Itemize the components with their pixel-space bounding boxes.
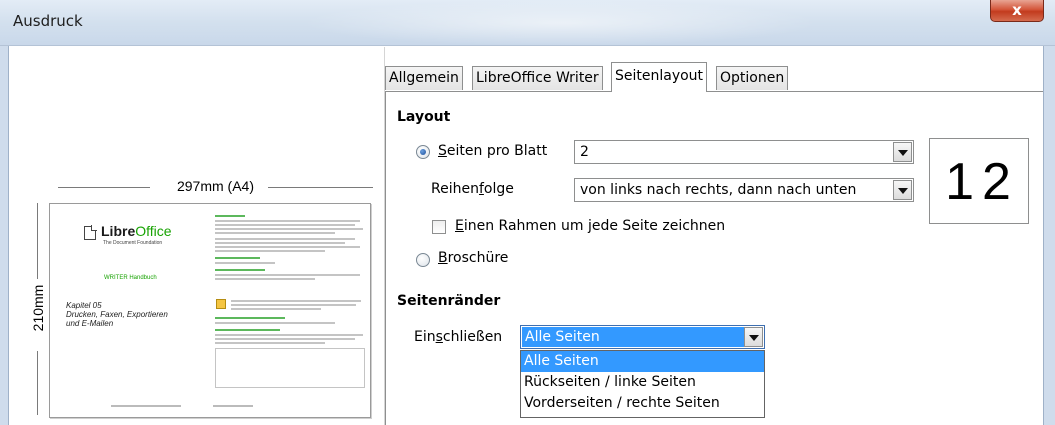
dimension-line-top — [37, 203, 38, 279]
text-placeholder — [215, 246, 360, 248]
page-width-label: 297mm (A4) — [176, 178, 255, 194]
text-placeholder — [215, 224, 355, 226]
text-placeholder — [215, 242, 345, 244]
dropdown-option[interactable]: Rückseiten / linke Seiten — [521, 372, 764, 393]
page-footer-placeholder — [213, 405, 253, 407]
close-button[interactable]: x — [990, 0, 1044, 22]
tab-seitenlayout[interactable]: Seitenlayout — [611, 62, 708, 92]
label-part: roschüre — [447, 250, 509, 266]
page-order-preview: 12 — [929, 138, 1029, 224]
title-bar[interactable]: Ausdruck x — [0, 0, 1055, 46]
text-placeholder — [215, 317, 285, 319]
title-bar-gloss — [300, 0, 820, 46]
label-part: inen Rahmen um jede Seite zeichnen — [463, 218, 726, 234]
preview-sheet: LibreOffice The Document Foundation WRIT… — [49, 203, 371, 418]
handbook-title: WRITER Handbuch — [104, 275, 157, 281]
preview-page-left: LibreOffice The Document Foundation WRIT… — [51, 205, 209, 417]
tab-allgemein[interactable]: Allgemein — [385, 66, 463, 90]
tab-optionen[interactable]: Optionen — [716, 66, 789, 90]
brochure-radio[interactable] — [416, 253, 430, 267]
text-placeholder — [215, 269, 265, 271]
window-title: Ausdruck — [13, 12, 83, 30]
window-frame-left — [0, 46, 9, 425]
label-part: eiten pro Blatt — [446, 143, 548, 159]
page-border-checkbox[interactable] — [432, 220, 446, 234]
include-label: Einschließen — [414, 329, 502, 345]
close-icon: x — [1012, 1, 1022, 19]
label-part: chließen — [442, 329, 503, 345]
order-label: Reihenfolge — [431, 181, 514, 197]
page-footer-placeholder — [111, 405, 181, 407]
order-value: von links nach rechts, dann nach unten — [580, 182, 857, 198]
chapter-line: Kapitel 05 — [66, 301, 102, 310]
tab-libreoffice-writer[interactable]: LibreOffice Writer — [472, 66, 603, 90]
chapter-title: Kapitel 05 Drucken, Faxen, Exportieren u… — [66, 301, 168, 328]
pages-per-sheet-value: 2 — [580, 144, 589, 160]
text-placeholder — [231, 304, 356, 306]
table-placeholder — [215, 348, 365, 388]
order-select[interactable]: von links nach rechts, dann nach unten — [574, 178, 914, 202]
include-select[interactable]: Alle Seiten — [520, 325, 765, 349]
warning-icon — [216, 299, 226, 309]
mnemonic: E — [455, 218, 464, 234]
text-placeholder — [231, 308, 321, 310]
text-placeholder — [215, 342, 325, 344]
brochure-label: Broschüre — [438, 250, 508, 266]
include-selected-value: Alle Seiten — [522, 327, 744, 347]
logo-subtitle: The Document Foundation — [103, 240, 163, 246]
text-placeholder — [215, 274, 360, 276]
page-height-label: 210mm — [30, 284, 46, 332]
logo-name: LibreOffice — [101, 223, 172, 239]
text-placeholder — [215, 278, 315, 280]
text-placeholder — [215, 257, 260, 259]
text-placeholder — [215, 322, 335, 324]
text-placeholder — [215, 250, 325, 252]
text-placeholder — [215, 215, 245, 217]
chapter-line: Drucken, Faxen, Exportieren — [66, 310, 168, 319]
text-placeholder — [215, 228, 363, 230]
label-part: olge — [483, 181, 514, 197]
chapter-line: und E-Mailen — [66, 319, 114, 328]
include-dropdown-list[interactable]: Alle Seiten Rückseiten / linke Seiten Vo… — [520, 350, 765, 418]
logo-name-bold: Libre — [101, 223, 136, 239]
chevron-down-icon[interactable] — [744, 327, 763, 347]
text-placeholder — [231, 300, 361, 302]
logo-name-accent: Office — [135, 223, 172, 239]
dimension-line-bottom — [37, 351, 38, 415]
window-frame-right — [1043, 46, 1055, 425]
text-placeholder — [215, 334, 363, 336]
text-placeholder — [215, 232, 335, 234]
page-width-dimension: 297mm (A4) — [58, 178, 373, 196]
text-placeholder — [215, 338, 355, 340]
label-part: Ein — [414, 329, 436, 345]
preview-page-right — [211, 205, 369, 417]
mnemonic: B — [438, 250, 448, 266]
margins-section-title: Seitenränder — [397, 293, 501, 309]
dropdown-option[interactable]: Alle Seiten — [521, 351, 764, 372]
text-placeholder — [215, 262, 275, 264]
mnemonic: S — [438, 143, 447, 159]
page-border-label: Einen Rahmen um jede Seite zeichnen — [455, 218, 725, 234]
label-part: Reihen — [431, 181, 479, 197]
chevron-down-icon[interactable] — [893, 142, 912, 162]
dropdown-option[interactable]: Vorderseiten / rechte Seiten — [521, 393, 764, 414]
page-height-dimension: 210mm — [28, 203, 46, 415]
mnemonic: s — [435, 329, 443, 345]
pages-per-sheet-label: Seiten pro Blatt — [438, 143, 547, 159]
text-placeholder — [215, 238, 355, 240]
pages-per-sheet-radio[interactable] — [416, 145, 430, 159]
text-placeholder — [215, 220, 360, 222]
text-placeholder — [215, 329, 280, 331]
libreoffice-logo-icon — [84, 225, 97, 240]
chevron-down-icon[interactable] — [893, 180, 912, 200]
pages-per-sheet-select[interactable]: 2 — [574, 140, 914, 164]
layout-section-title: Layout — [397, 109, 451, 125]
